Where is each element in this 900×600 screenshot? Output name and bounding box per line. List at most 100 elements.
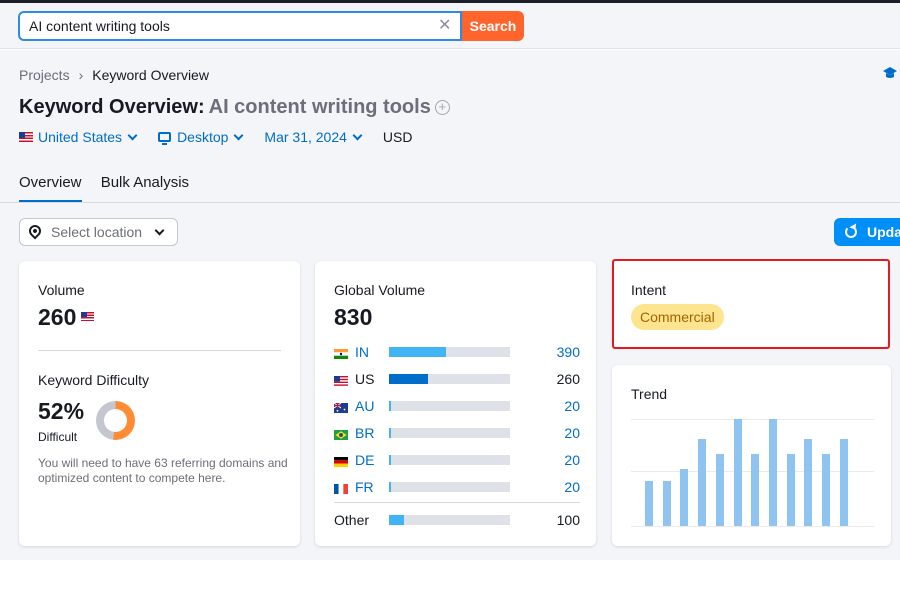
chevron-down-icon: [352, 130, 363, 140]
country-dropdown[interactable]: United States: [19, 129, 138, 145]
volume-bar-fill: [389, 482, 392, 492]
date-label: Mar 31, 2024: [264, 129, 347, 145]
volume-number: 260: [38, 304, 77, 330]
trend-bar: [768, 419, 777, 526]
volume-divider: [38, 350, 281, 351]
volume-bar-track: [389, 428, 510, 438]
country-volume-value[interactable]: 20: [564, 425, 580, 441]
keyword-difficulty-label: Keyword Difficulty: [38, 372, 150, 388]
chevron-down-icon: [233, 130, 244, 140]
volume-bar-fill: [389, 428, 392, 438]
intent-highlight-box: [612, 259, 890, 349]
search-input[interactable]: AI content writing tools: [18, 11, 462, 41]
country-code: US: [355, 371, 375, 387]
graduation-cap-icon[interactable]: [882, 66, 898, 80]
country-volume-value[interactable]: 20: [564, 452, 580, 468]
device-label: Desktop: [177, 129, 229, 145]
trend-bar: [680, 469, 689, 526]
in-flag-icon: [334, 346, 348, 359]
page-title: Keyword Overview: AI content writing tool…: [19, 96, 450, 119]
page-title-label: Keyword Overview:: [19, 96, 205, 118]
country-code[interactable]: AU: [355, 398, 374, 414]
trend-card: Trend: [612, 365, 891, 546]
volume-bar-fill: [389, 515, 404, 525]
device-dropdown[interactable]: Desktop: [158, 129, 244, 145]
country-volume-value[interactable]: 390: [557, 344, 580, 360]
global-volume-card: Global Volume 830 IN 390 US 260 AU 20 BR 20 DE 20…: [315, 261, 596, 546]
country-code[interactable]: FR: [355, 479, 374, 495]
main-content: Projects › Keyword Overview Keyword Overvi…: [0, 50, 900, 560]
chevron-down-icon: [127, 130, 138, 140]
trend-bar: [751, 454, 760, 526]
chevron-down-icon: [154, 225, 165, 236]
breadcrumb-projects[interactable]: Projects: [19, 67, 70, 83]
us-flag-icon: [81, 312, 95, 321]
location-select[interactable]: Select location: [19, 218, 178, 246]
country-volume-value: 260: [556, 371, 580, 387]
country-code[interactable]: BR: [355, 425, 374, 441]
trend-bar-chart: [631, 414, 874, 527]
trend-bar: [822, 454, 830, 526]
plus-circle-icon[interactable]: +: [434, 100, 450, 115]
update-label: Upda: [867, 224, 900, 240]
trend-bar: [733, 419, 742, 526]
refresh-icon: [845, 226, 857, 238]
tab-bar: Overview Bulk Analysis: [19, 174, 204, 203]
fr-flag-icon: [334, 481, 348, 494]
country-volume-value[interactable]: 20: [564, 479, 580, 495]
keyword-difficulty-level: Difficult: [38, 430, 78, 444]
trend-bar: [662, 481, 671, 526]
volume-bar-track: [389, 515, 510, 525]
tab-overview[interactable]: Overview: [19, 174, 82, 203]
trend-bar: [698, 439, 707, 526]
location-placeholder: Select location: [51, 224, 143, 240]
donut-hole: [104, 409, 127, 432]
other-volume-row: Other 100: [334, 511, 580, 529]
difficulty-donut-chart: [96, 401, 135, 440]
trend-bar: [715, 454, 724, 526]
global-volume-divider: [334, 502, 580, 503]
country-volume-row: IN 390: [334, 343, 580, 361]
de-flag-icon: [334, 454, 348, 467]
other-label: Other: [334, 512, 370, 528]
trend-bar: [804, 439, 813, 526]
keyword-difficulty-note: You will need to have 63 referring domai…: [38, 456, 288, 485]
tab-bulk-analysis[interactable]: Bulk Analysis: [101, 174, 189, 200]
us-flag-icon: [19, 132, 33, 142]
trend-gridline: [631, 419, 874, 420]
country-volume-row: US 260: [334, 370, 580, 388]
volume-bar-fill: [389, 455, 392, 465]
date-dropdown[interactable]: Mar 31, 2024: [264, 129, 363, 145]
us-flag-icon: [334, 373, 348, 386]
global-volume-value: 830: [334, 304, 373, 330]
volume-value: 260: [38, 304, 95, 331]
search-button[interactable]: Search: [462, 11, 524, 41]
volume-card: Volume 260 Keyword Difficulty 52% Diffic…: [19, 261, 300, 546]
trend-label: Trend: [631, 386, 668, 402]
country-volume-row: FR 20: [334, 478, 580, 496]
desktop-icon: [158, 132, 172, 145]
global-volume-label: Global Volume: [334, 282, 426, 298]
breadcrumb-keyword-overview: Keyword Overview: [92, 67, 209, 83]
country-label: United States: [38, 129, 123, 145]
volume-label: Volume: [38, 282, 85, 298]
update-button[interactable]: Upda: [834, 218, 900, 246]
filters-row: United States Desktop Mar 31, 2024 USD: [19, 129, 434, 145]
country-volume-row: DE 20: [334, 451, 580, 469]
keyword-difficulty-value: 52%: [38, 398, 85, 424]
country-volume-row: AU 20: [333, 397, 580, 415]
page-title-keyword: AI content writing tools: [208, 96, 431, 118]
location-pin-icon: [26, 222, 44, 240]
volume-bar-fill: [389, 347, 446, 357]
trend-bar: [786, 454, 795, 526]
volume-bar-fill: [389, 374, 428, 384]
volume-bar-fill: [389, 401, 392, 411]
close-icon[interactable]: ✕: [438, 17, 451, 35]
country-code[interactable]: IN: [355, 344, 369, 360]
country-code[interactable]: DE: [355, 452, 374, 468]
currency-label: USD: [382, 129, 413, 145]
volume-bar-track: [389, 455, 510, 465]
other-value: 100: [556, 512, 580, 528]
au-flag-icon: [333, 400, 348, 413]
country-volume-value[interactable]: 20: [564, 398, 580, 414]
